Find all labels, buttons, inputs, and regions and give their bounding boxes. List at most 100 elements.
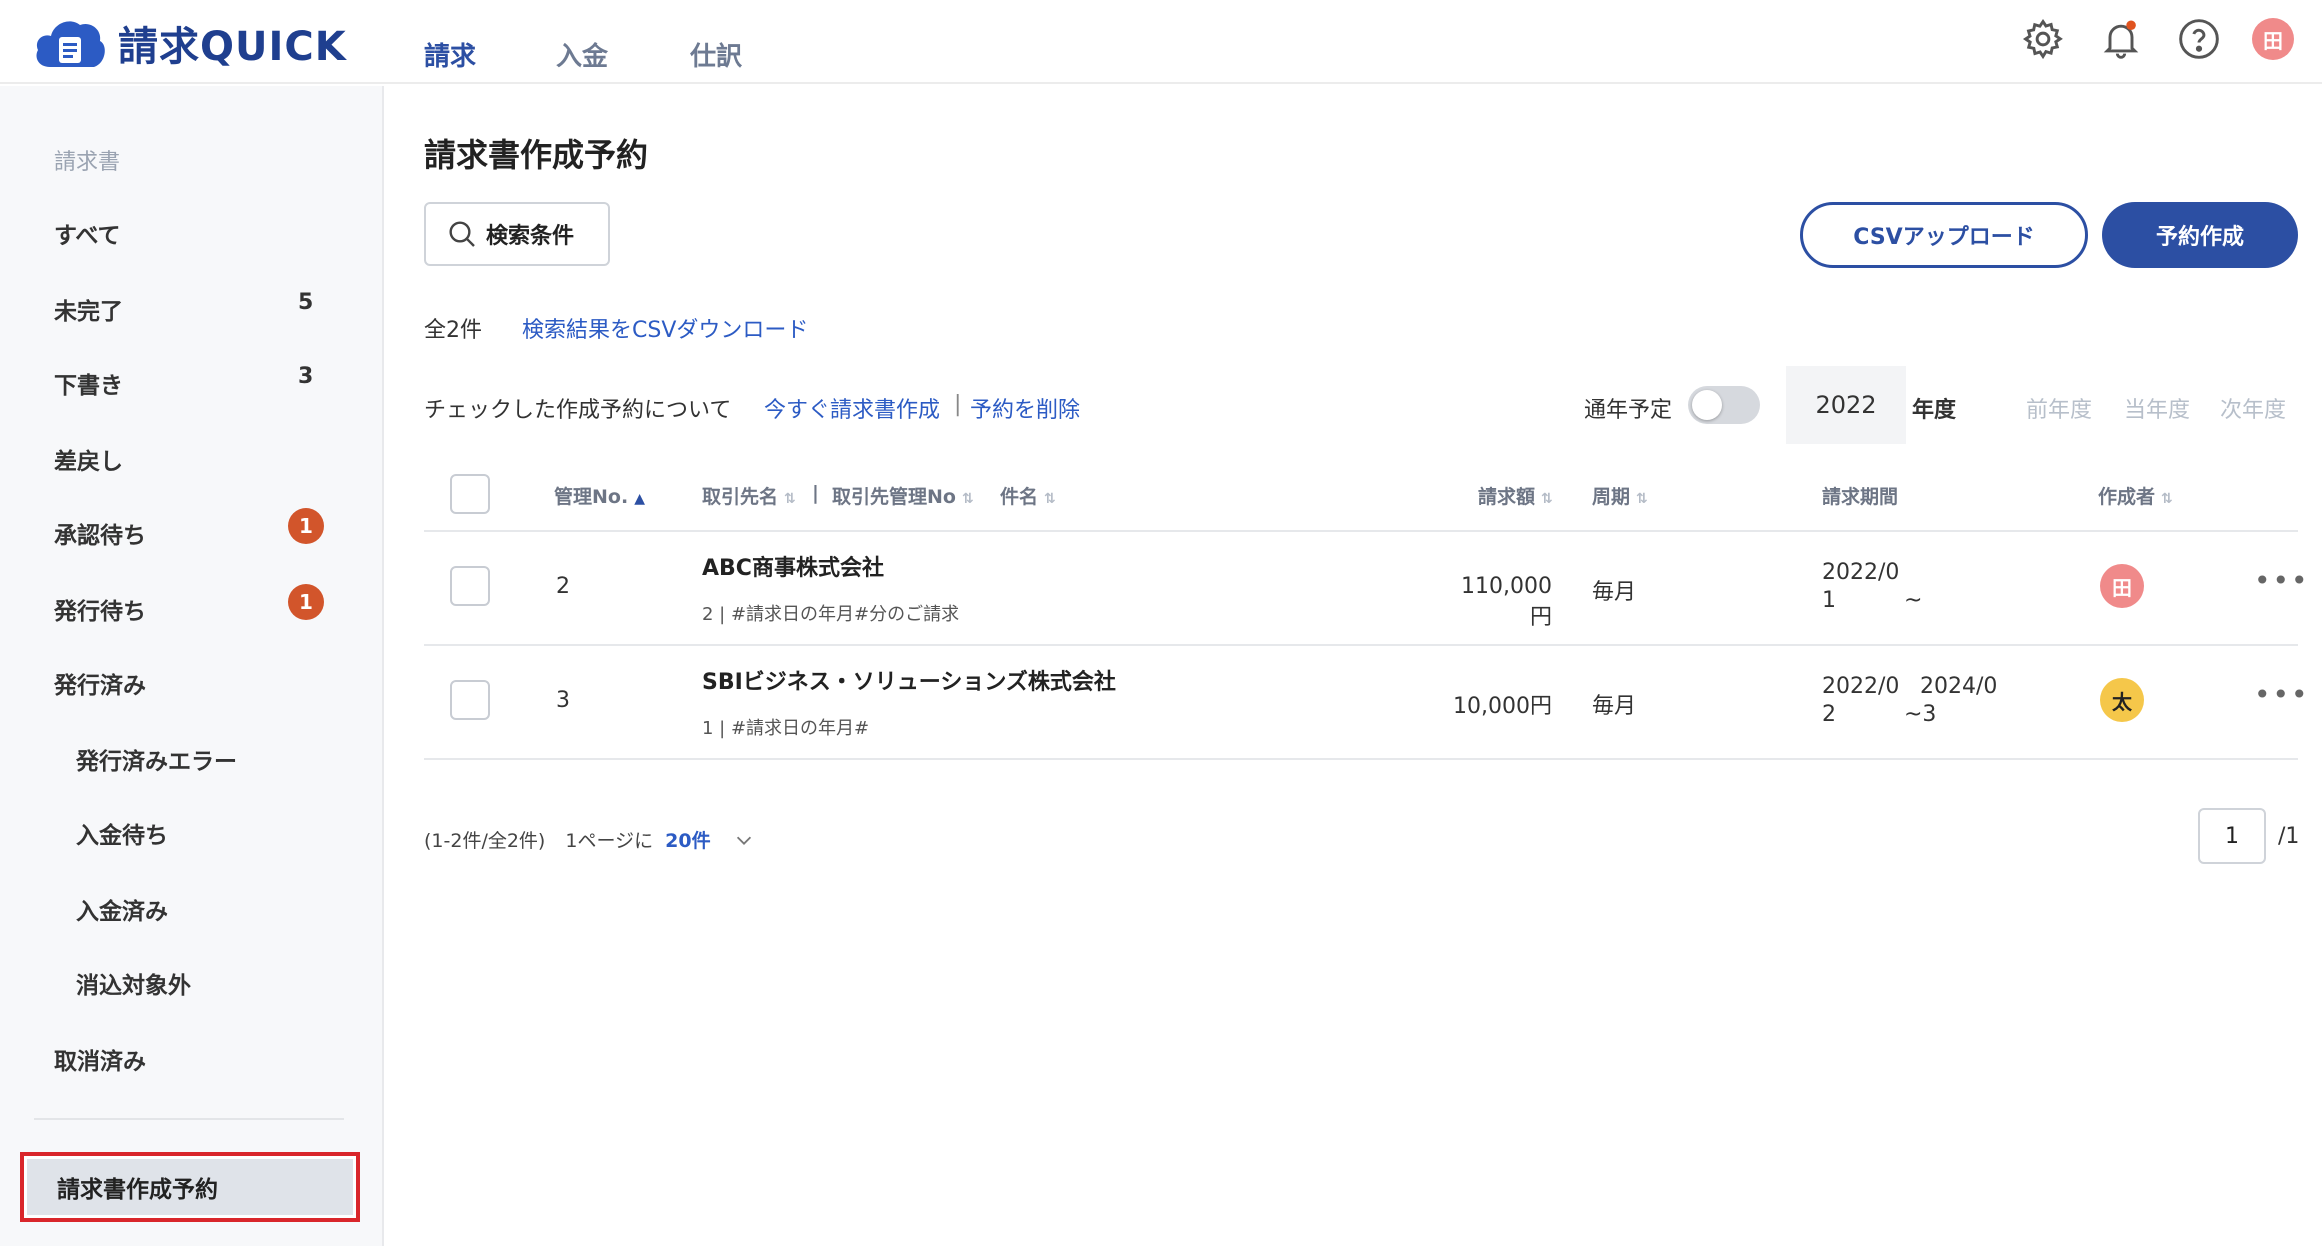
select-all-checkbox[interactable] — [450, 474, 490, 514]
column-header-no-label: 管理No. — [554, 486, 629, 508]
settings-button[interactable] — [2018, 14, 2068, 64]
sidebar-item-returned[interactable]: 差戻し — [54, 442, 123, 476]
sort-up-icon: ▲ — [634, 491, 645, 507]
page-title: 請求書作成予約 — [424, 136, 649, 174]
column-header-cycle[interactable]: 周期 ⇅ — [1592, 482, 1648, 509]
column-header-client[interactable]: 取引先名 ⇅ — [702, 482, 796, 509]
incomplete-count: 5 — [298, 290, 314, 315]
row-amount: 10,000円 — [1453, 694, 1552, 719]
column-header-client-no-label: 取引先管理No — [832, 486, 956, 508]
search-conditions-label: 検索条件 — [486, 224, 575, 249]
yearly-schedule-toggle[interactable] — [1688, 386, 1760, 424]
column-header-subject[interactable]: 件名 ⇅ — [1000, 482, 1056, 509]
pager-range: (1-2件/全2件) — [424, 830, 546, 852]
csv-download-link[interactable]: 検索結果をCSVダウンロード — [522, 312, 808, 344]
per-page-select[interactable]: 20件 — [665, 830, 710, 852]
column-header-author-label: 作成者 — [2098, 486, 2156, 508]
sidebar-item-excluded[interactable]: 消込対象外 — [76, 966, 191, 1000]
yearly-schedule-label: 通年予定 — [1584, 398, 1673, 423]
create-reservation-button[interactable]: 予約作成 — [2102, 202, 2298, 268]
prev-year-button[interactable]: 前年度 — [2026, 392, 2092, 424]
delete-reservation-link[interactable]: 予約を削除 — [970, 392, 1080, 424]
sidebar-item-cancelled[interactable]: 取消済み — [54, 1042, 146, 1076]
column-header-author[interactable]: 作成者 ⇅ — [2098, 482, 2173, 509]
sidebar-item-issued[interactable]: 発行済み — [54, 666, 146, 700]
table-divider — [424, 758, 2298, 760]
sidebar-item-paid[interactable]: 入金済み — [76, 892, 168, 926]
column-header-no[interactable]: 管理No. ▲ — [554, 482, 645, 509]
row-subject: 1 | #請求日の年月# — [702, 718, 870, 739]
sidebar-item-incomplete[interactable]: 未完了 — [54, 292, 123, 326]
sidebar-item-invoice-reservation[interactable]: 請求書作成予約 — [20, 1152, 360, 1222]
bulk-action-label: チェックした作成予約について — [424, 398, 732, 423]
row-period-end-b: ~3 — [1904, 702, 1937, 727]
sidebar-item-awaiting-payment[interactable]: 入金待ち — [76, 816, 168, 850]
sort-icon: ⇅ — [1636, 491, 1648, 507]
sort-icon: ⇅ — [961, 491, 974, 507]
row-checkbox[interactable] — [450, 680, 490, 720]
tab-invoice[interactable]: 請求 — [424, 36, 476, 73]
app-logo[interactable]: 請求QUICK — [32, 14, 347, 72]
sidebar-item-awaiting-issue[interactable]: 発行待ち — [54, 592, 146, 626]
row-cycle: 毎月 — [1592, 694, 1637, 719]
sidebar-divider — [34, 1118, 344, 1120]
row-client-name[interactable]: SBIビジネス・ソリューションズ株式会社 — [702, 664, 1116, 696]
create-invoice-now-link[interactable]: 今すぐ請求書作成 — [764, 392, 940, 424]
page-total: /1 — [2278, 824, 2300, 849]
draft-count: 3 — [298, 364, 314, 389]
tab-journal[interactable]: 仕訳 — [690, 36, 742, 73]
help-icon — [2179, 19, 2219, 59]
gear-icon — [2022, 18, 2063, 60]
column-header-separator: | — [812, 482, 819, 504]
column-header-subject-label: 件名 — [1000, 486, 1039, 508]
tab-payment[interactable]: 入金 — [556, 36, 608, 73]
sidebar-item-all[interactable]: すべて — [54, 216, 120, 250]
current-year-button[interactable]: 当年度 — [2124, 392, 2190, 424]
next-year-button[interactable]: 次年度 — [2220, 392, 2286, 424]
column-header-amount-label: 請求額 — [1478, 486, 1536, 508]
main-content: 請求書作成予約 検索条件 CSVアップロード 予約作成 全2件 検索結果をCSV… — [386, 86, 2322, 1246]
user-avatar[interactable]: 田 — [2252, 18, 2294, 60]
column-header-amount[interactable]: 請求額 ⇅ — [1478, 482, 1553, 509]
row-period-end-a: 2024/0 — [1920, 674, 1998, 699]
bulk-separator: | — [954, 392, 962, 417]
row-amount: 110,000円 — [1461, 574, 1552, 630]
help-button[interactable] — [2174, 14, 2224, 64]
fiscal-year-input[interactable]: 2022 — [1786, 366, 1906, 444]
app-name: 請求QUICK — [118, 24, 347, 70]
sidebar-item-invoice-reservation-label: 請求書作成予約 — [27, 1159, 353, 1215]
sidebar-item-awaiting-approval[interactable]: 承認待ち — [54, 516, 146, 550]
bell-icon — [2103, 20, 2139, 59]
per-page-label: 1ページに — [565, 830, 654, 852]
sort-icon: ⇅ — [784, 491, 796, 507]
search-icon — [449, 221, 475, 247]
row-author-avatar: 田 — [2100, 564, 2144, 608]
row-period-start-a: 2022/0 — [1822, 560, 1900, 585]
notification-button[interactable] — [2096, 14, 2146, 64]
column-header-client-no[interactable]: 取引先管理No ⇅ — [832, 482, 974, 509]
result-count: 全2件 — [424, 318, 482, 343]
pager-summary: (1-2件/全2件) 1ページに 20件 — [424, 826, 755, 853]
column-header-cycle-label: 周期 — [1592, 486, 1631, 508]
sidebar-item-issued-error[interactable]: 発行済みエラー — [76, 742, 237, 776]
row-checkbox[interactable] — [450, 566, 490, 606]
row-more-menu[interactable]: ••• — [2254, 564, 2310, 597]
row-period-end-b: ~ — [1904, 588, 1923, 613]
row-period-start-b: 2 — [1822, 702, 1836, 727]
sort-icon: ⇅ — [2161, 491, 2173, 507]
top-bar: 請求QUICK 請求 入金 仕訳 田 — [0, 0, 2322, 84]
column-header-client-label: 取引先名 — [702, 486, 779, 508]
row-no: 3 — [556, 688, 570, 713]
cloud-document-icon — [36, 21, 105, 68]
row-more-menu[interactable]: ••• — [2254, 678, 2310, 711]
awaiting-issue-badge: 1 — [288, 584, 324, 620]
toggle-knob — [1692, 390, 1722, 420]
row-client-name[interactable]: ABC商事株式会社 — [702, 550, 884, 582]
chevron-down-icon[interactable] — [733, 829, 755, 851]
page-number-input[interactable]: 1 — [2198, 808, 2266, 864]
row-cycle: 毎月 — [1592, 580, 1637, 605]
csv-upload-button[interactable]: CSVアップロード — [1800, 202, 2088, 268]
row-no: 2 — [556, 574, 570, 599]
sidebar-item-draft[interactable]: 下書き — [54, 366, 123, 400]
search-conditions-button[interactable]: 検索条件 — [424, 202, 610, 266]
